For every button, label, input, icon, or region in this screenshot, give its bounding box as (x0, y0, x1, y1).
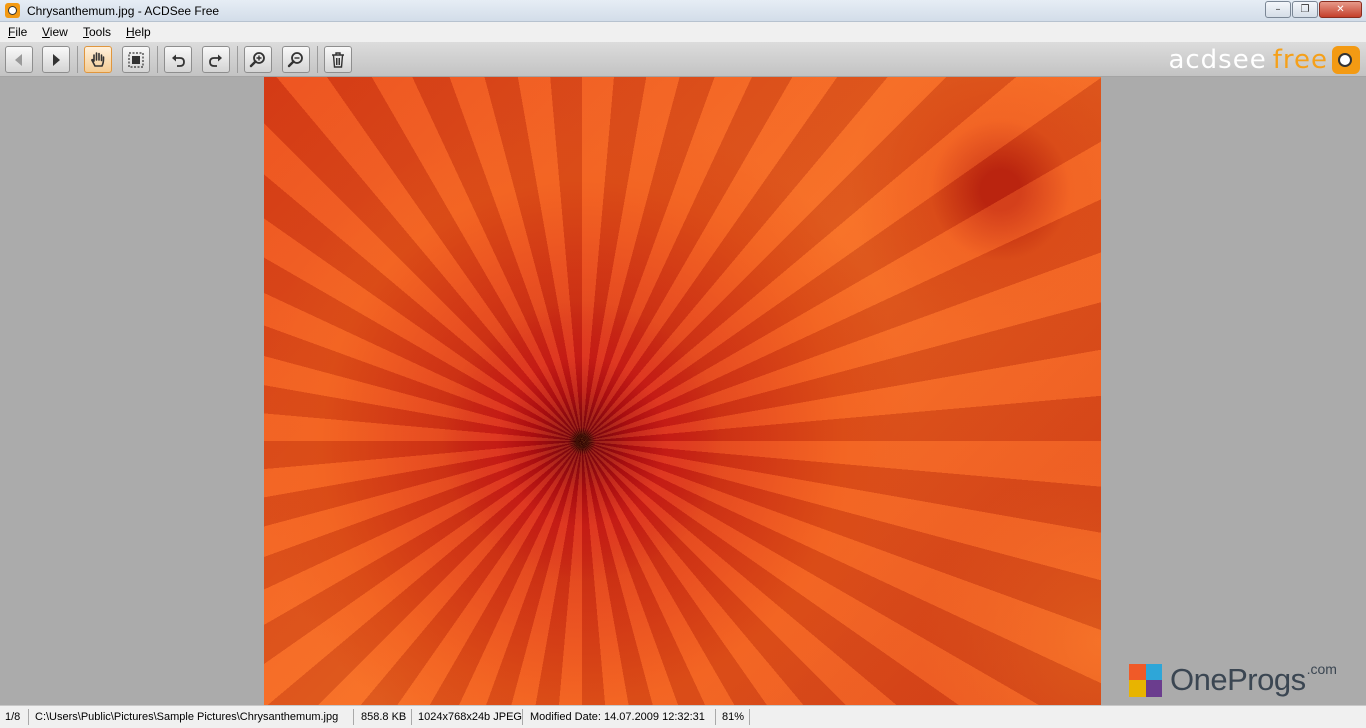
image-viewer[interactable] (0, 77, 1366, 705)
toolbar-separator (157, 46, 158, 73)
menu-view-label: iew (49, 25, 68, 39)
watermark-suffix: .com (1306, 661, 1337, 677)
close-icon: ✕ (1336, 4, 1345, 15)
status-file-size: 858.8 KB (361, 711, 407, 723)
arrow-left-icon (15, 53, 22, 66)
logo-word-acdsee: acdsee (1168, 44, 1267, 75)
acdsee-free-logo: acdsee free (1168, 44, 1360, 75)
menu-file-label: ile (15, 25, 28, 39)
zoom-out-button[interactable] (282, 46, 310, 73)
status-dimensions: 1024x768x24b JPEG (418, 711, 522, 723)
menu-tools-label: ools (89, 25, 112, 39)
flower-petals (264, 77, 1101, 705)
oneprogs-watermark: OneProgs .com (1129, 661, 1337, 697)
window-title: Chrysanthemum.jpg - ACDSee Free (27, 4, 220, 18)
toolbar-separator (237, 46, 238, 73)
status-separator (522, 709, 523, 725)
toolbar: acdsee free (0, 42, 1366, 77)
window-controls: – ❐ ✕ (1265, 1, 1362, 18)
minimize-button[interactable]: – (1265, 1, 1291, 18)
menu-view[interactable]: View (42, 25, 68, 39)
status-separator (28, 709, 29, 725)
rotate-right-button[interactable] (202, 46, 230, 73)
restore-icon: ❐ (1300, 4, 1310, 15)
menu-help-label: elp (134, 25, 151, 39)
hand-icon (91, 51, 105, 67)
rotate-left-button[interactable] (164, 46, 192, 73)
menu-file[interactable]: File (8, 25, 27, 39)
logo-word-free: free (1272, 44, 1328, 75)
oneprogs-logo-icon (1129, 663, 1162, 697)
logo-camera-icon (1332, 45, 1360, 74)
status-modified-date: Modified Date: 14.07.2009 12:32:31 (530, 711, 705, 723)
menu-tools[interactable]: Tools (83, 25, 111, 39)
select-tool-button[interactable] (122, 46, 150, 73)
toolbar-separator (77, 46, 78, 73)
chrysanthemum-photo[interactable] (264, 77, 1101, 705)
zoom-in-icon (249, 51, 265, 67)
rotate-left-icon (172, 54, 185, 67)
status-separator (411, 709, 412, 725)
status-separator (749, 709, 750, 725)
menu-bar: File View Tools Help (0, 22, 1366, 42)
arrow-right-icon (53, 53, 60, 66)
zoom-in-button[interactable] (244, 46, 272, 73)
toolbar-separator (317, 46, 318, 73)
status-separator (715, 709, 716, 725)
title-bar: Chrysanthemum.jpg - ACDSee Free – ❐ ✕ (0, 0, 1366, 22)
selection-icon (128, 51, 144, 68)
close-button[interactable]: ✕ (1319, 1, 1362, 18)
minimize-icon: – (1275, 4, 1281, 15)
previous-button[interactable] (5, 46, 33, 73)
menu-help[interactable]: Help (126, 25, 151, 39)
acdsee-app-icon[interactable] (5, 3, 20, 18)
status-bar: 1/8 C:\Users\Public\Pictures\Sample Pict… (0, 705, 1366, 728)
status-separator (353, 709, 354, 725)
delete-button[interactable] (324, 46, 352, 73)
status-file-path: C:\Users\Public\Pictures\Sample Pictures… (35, 711, 339, 723)
status-image-index: 1/8 (5, 711, 21, 723)
next-button[interactable] (42, 46, 70, 73)
rotate-right-icon (209, 54, 222, 67)
zoom-out-icon (287, 51, 303, 67)
status-zoom-level: 81% (722, 711, 745, 723)
trash-icon (332, 51, 344, 68)
maximize-button[interactable]: ❐ (1292, 1, 1318, 18)
menu-view-accel: V (42, 25, 50, 39)
pan-tool-button[interactable] (84, 46, 112, 73)
watermark-text: OneProgs (1170, 662, 1306, 697)
menu-help-accel: H (126, 25, 135, 39)
